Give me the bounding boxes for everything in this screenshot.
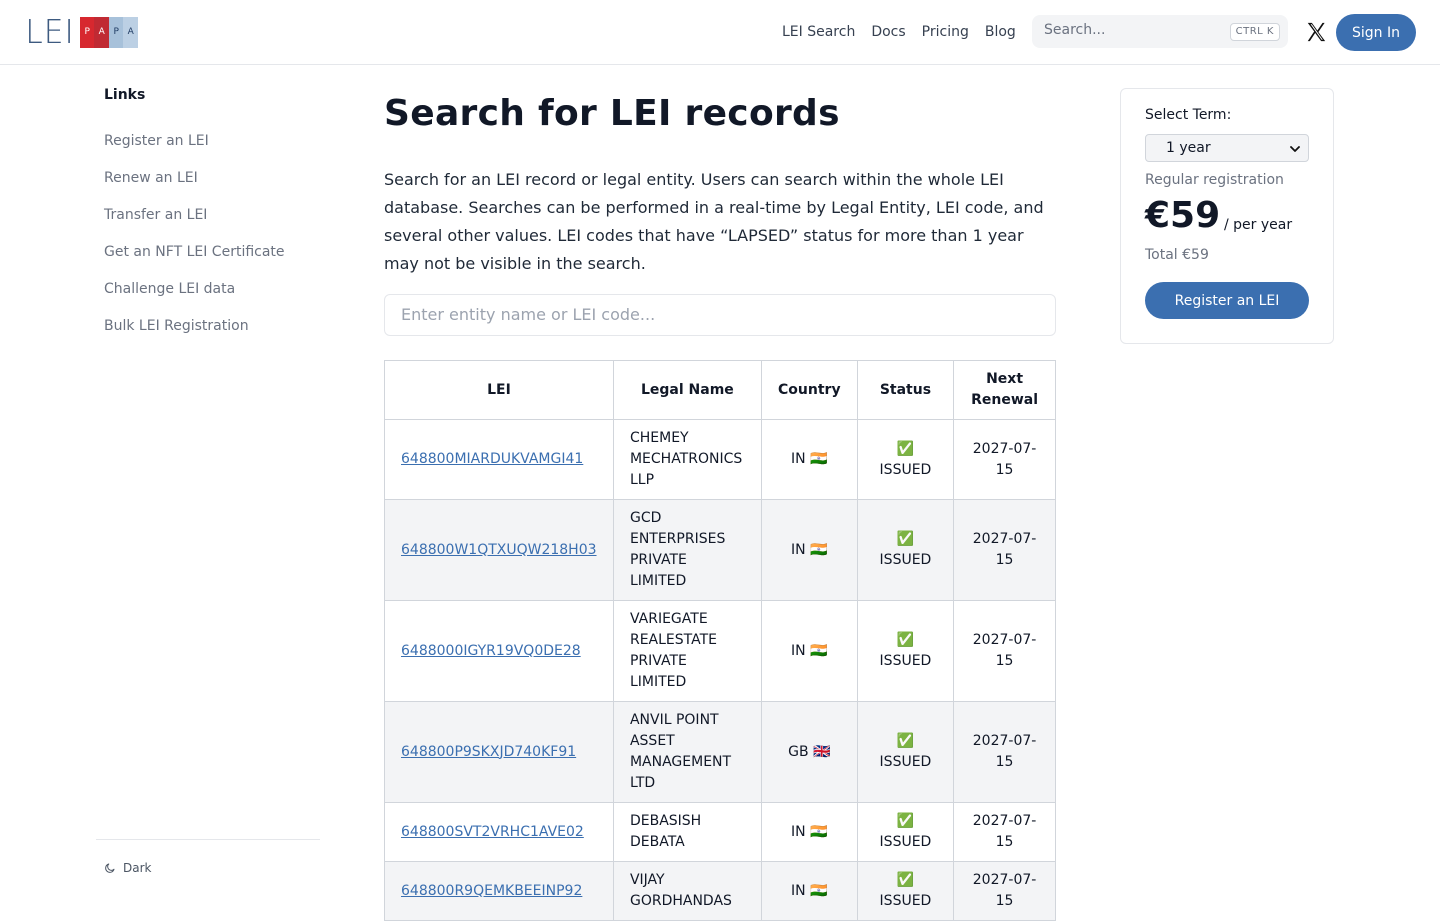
nav-lei-search[interactable]: LEI Search	[782, 22, 855, 42]
col-header-legal-name: Legal Name	[612, 360, 762, 420]
term-select[interactable]: 1 year	[1145, 134, 1309, 162]
status-cell: ✅ ISSUED	[856, 861, 955, 921]
pricing-panel: Select Term: 1 year Regular registration…	[1120, 88, 1334, 344]
lei-cell: 648800MIARDUKVAMGI41	[384, 419, 614, 500]
site-logo[interactable]: LEI P A P A	[24, 12, 138, 51]
logo-letter: A	[123, 16, 138, 48]
lei-cell: 648800SVT2VRHC1AVE02	[384, 802, 614, 862]
renewal-cell: 2027-07-15	[953, 701, 1056, 803]
price-amount: €59	[1145, 195, 1221, 236]
dark-mode-label: Dark	[123, 861, 152, 875]
country-cell: IN 🇮🇳	[760, 600, 858, 702]
renewal-cell: 2027-07-15	[953, 802, 1056, 862]
logo-letter: P	[79, 16, 95, 48]
register-lei-button[interactable]: Register an LEI	[1145, 282, 1309, 319]
term-select-value: 1 year	[1166, 140, 1211, 156]
lei-cell: 648800W1QTXUQW218H03	[384, 499, 614, 601]
logo-letter: A	[94, 16, 109, 48]
status-cell: ✅ ISSUED	[856, 419, 955, 500]
lei-link[interactable]: 6488000IGYR19VQ0DE28	[401, 643, 581, 659]
lei-cell: 648800R9QEMKBEEINP92	[384, 861, 614, 921]
country-cell: IN 🇮🇳	[760, 499, 858, 601]
sidebar-item-nft-certificate[interactable]: Get an NFT LEI Certificate	[104, 242, 285, 279]
nav-blog[interactable]: Blog	[985, 22, 1016, 42]
main-nav: LEI Search Docs Pricing Blog	[782, 22, 1016, 42]
table-row: 648800MIARDUKVAMGI41 CHEMEY MECHATRONICS…	[384, 419, 1056, 500]
left-sidebar: Links Register an LEI Renew an LEI Trans…	[96, 65, 320, 900]
sign-in-button[interactable]: Sign In	[1336, 14, 1416, 51]
col-header-status: Status	[856, 360, 955, 420]
price-total: Total €59	[1145, 247, 1209, 263]
legal-name-cell: DEBASISH DEBATA	[612, 802, 762, 862]
col-header-next-renewal: Next Renewal	[953, 360, 1056, 420]
sidebar-item-bulk-registration[interactable]: Bulk LEI Registration	[104, 316, 285, 353]
table-row: 648800P9SKXJD740KF91 ANVIL POINT ASSET M…	[384, 701, 1056, 803]
lei-link[interactable]: 648800W1QTXUQW218H03	[401, 542, 597, 558]
sidebar-item-register[interactable]: Register an LEI	[104, 131, 285, 168]
table-row: 648800W1QTXUQW218H03 GCD ENTERPRISES PRI…	[384, 499, 1056, 601]
site-search-input[interactable]: Search... CTRL K	[1032, 15, 1288, 48]
x-twitter-icon[interactable]	[1305, 21, 1327, 43]
lei-cell: 6488000IGYR19VQ0DE28	[384, 600, 614, 702]
chevron-down-icon	[1290, 146, 1300, 152]
dark-mode-toggle[interactable]: Dark	[104, 861, 151, 875]
page-title: Search for LEI records	[384, 93, 840, 134]
nav-pricing[interactable]: Pricing	[922, 22, 969, 42]
col-header-country: Country	[760, 360, 858, 420]
top-header: LEI P A P A LEI Search Docs Pricing Blog…	[0, 0, 1440, 65]
table-row: 648800SVT2VRHC1AVE02 DEBASISH DEBATA IN …	[384, 802, 1056, 862]
table-row: 6488000IGYR19VQ0DE28 VARIEGATE REALESTAT…	[384, 600, 1056, 702]
lei-link[interactable]: 648800MIARDUKVAMGI41	[401, 451, 583, 467]
country-cell: IN 🇮🇳	[760, 419, 858, 500]
sidebar-item-transfer[interactable]: Transfer an LEI	[104, 205, 285, 242]
sidebar-links: Register an LEI Renew an LEI Transfer an…	[104, 131, 285, 353]
lei-results-table: LEI Legal Name Country Status Next Renew…	[384, 360, 1056, 921]
search-placeholder: Search...	[1044, 22, 1106, 38]
nav-docs[interactable]: Docs	[871, 22, 905, 42]
status-cell: ✅ ISSUED	[856, 701, 955, 803]
logo-letter: P	[108, 16, 124, 48]
country-cell: IN 🇮🇳	[760, 861, 858, 921]
renewal-cell: 2027-07-15	[953, 419, 1056, 500]
renewal-cell: 2027-07-15	[953, 861, 1056, 921]
status-cell: ✅ ISSUED	[856, 600, 955, 702]
lei-link[interactable]: 648800R9QEMKBEEINP92	[401, 883, 582, 899]
renewal-cell: 2027-07-15	[953, 600, 1056, 702]
table-header-row: LEI Legal Name Country Status Next Renew…	[384, 360, 1056, 420]
legal-name-cell: VIJAY GORDHANDAS	[612, 861, 762, 921]
lei-link[interactable]: 648800SVT2VRHC1AVE02	[401, 824, 584, 840]
lei-link[interactable]: 648800P9SKXJD740KF91	[401, 744, 576, 760]
logo-boxes: P A P A	[79, 16, 138, 48]
sidebar-item-renew[interactable]: Renew an LEI	[104, 168, 285, 205]
search-shortcut-badge: CTRL K	[1229, 23, 1280, 41]
entity-search-input[interactable]: Enter entity name or LEI code...	[384, 294, 1056, 336]
sidebar-item-challenge[interactable]: Challenge LEI data	[104, 279, 285, 316]
legal-name-cell: GCD ENTERPRISES PRIVATE LIMITED	[612, 499, 762, 601]
legal-name-cell: ANVIL POINT ASSET MANAGEMENT LTD	[612, 701, 762, 803]
col-header-lei: LEI	[384, 360, 614, 420]
country-cell: IN 🇮🇳	[760, 802, 858, 862]
price-period: / per year	[1224, 217, 1293, 233]
legal-name-cell: CHEMEY MECHATRONICS LLP	[612, 419, 762, 500]
country-cell: GB 🇬🇧	[760, 701, 858, 803]
intro-text: Search for an LEI record or legal entity…	[384, 170, 1044, 273]
sidebar-title: Links	[104, 87, 146, 103]
sidebar-divider	[96, 839, 320, 840]
status-cell: ✅ ISSUED	[856, 802, 955, 862]
table-row: 648800R9QEMKBEEINP92 VIJAY GORDHANDAS IN…	[384, 861, 1056, 921]
entity-search-placeholder: Enter entity name or LEI code...	[401, 305, 656, 324]
status-cell: ✅ ISSUED	[856, 499, 955, 601]
logo-text: LEI	[25, 12, 75, 51]
registration-type: Regular registration	[1145, 172, 1284, 188]
lei-cell: 648800P9SKXJD740KF91	[384, 701, 614, 803]
legal-name-cell: VARIEGATE REALESTATE PRIVATE LIMITED	[612, 600, 762, 702]
term-label: Select Term:	[1145, 107, 1232, 123]
renewal-cell: 2027-07-15	[953, 499, 1056, 601]
moon-icon	[105, 863, 115, 873]
